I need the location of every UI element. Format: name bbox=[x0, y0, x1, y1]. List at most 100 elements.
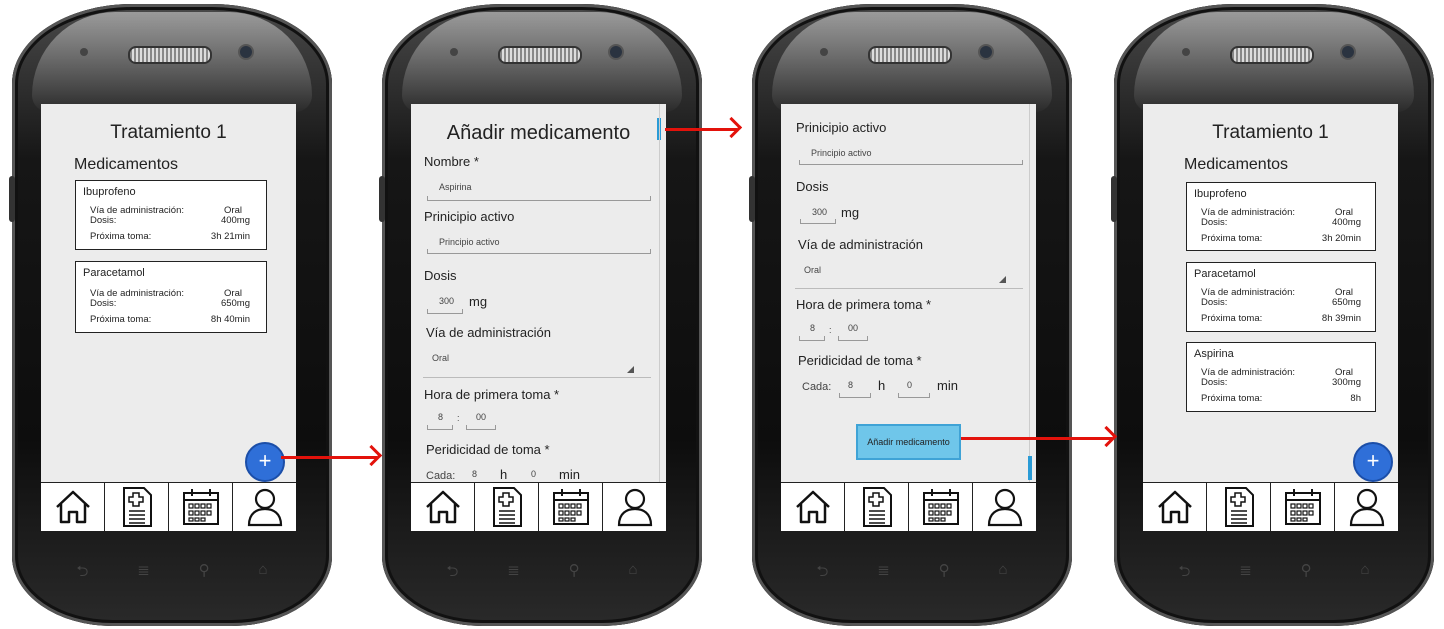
dose-unit: mg bbox=[841, 205, 860, 220]
page-title: Tratamiento 1 bbox=[110, 122, 227, 143]
active-ingredient-input[interactable]: Principio activo bbox=[439, 237, 500, 247]
next-dose-value: 3h 21min bbox=[210, 231, 250, 242]
flow-arrow-1 bbox=[281, 456, 377, 459]
active-ingredient-label: Prinicipio activo bbox=[424, 209, 515, 224]
medication-name: Ibuprofeno bbox=[1194, 188, 1247, 200]
next-dose-label: Próxima toma: bbox=[1201, 313, 1263, 324]
user-icon[interactable] bbox=[603, 483, 666, 531]
add-medication-fab[interactable]: + bbox=[245, 442, 285, 482]
calendar-icon[interactable] bbox=[909, 483, 973, 531]
prescription-icon[interactable] bbox=[1207, 483, 1271, 531]
frequency-minutes-input[interactable]: 0 bbox=[907, 380, 912, 390]
user-icon[interactable] bbox=[233, 483, 296, 531]
section-title: Medicamentos bbox=[1184, 156, 1289, 173]
calendar-icon[interactable] bbox=[1271, 483, 1335, 531]
dose-value: 400mg bbox=[220, 215, 250, 226]
name-input[interactable]: Aspirina bbox=[439, 182, 472, 192]
add-medication-fab[interactable]: + bbox=[1353, 442, 1393, 482]
screen-add-medication-scrolled: Prinicipio activo Principio activo Dosis… bbox=[781, 104, 1036, 531]
frequency-label: Peridicidad de toma * bbox=[426, 442, 550, 457]
screen-treatment-list-2: Tratamiento 1 Medicamentos Ibuprofeno Ví… bbox=[1143, 104, 1398, 531]
hardware-keys: ⮌ ≣ ⚲ ⌂ bbox=[1178, 561, 1370, 580]
home-icon[interactable] bbox=[1143, 483, 1207, 531]
calendar-icon[interactable] bbox=[539, 483, 603, 531]
medication-name: Ibuprofeno bbox=[83, 186, 136, 198]
next-dose-value: 8h bbox=[1350, 393, 1361, 404]
dose-label: Dosis bbox=[424, 268, 457, 283]
active-ingredient-input[interactable]: Principio activo bbox=[811, 148, 872, 158]
next-dose-value: 8h 39min bbox=[1321, 313, 1361, 324]
route-select[interactable]: Oral bbox=[432, 353, 449, 363]
hardware-keys: ⮌ ≣ ⚲ ⌂ bbox=[816, 561, 1008, 580]
first-dose-minute-input[interactable]: 00 bbox=[476, 412, 486, 422]
phone-frame-4: Tratamiento 1 Medicamentos Ibuprofeno Ví… bbox=[1111, 4, 1434, 626]
route-select[interactable]: Oral bbox=[804, 265, 821, 275]
every-label: Cada: bbox=[426, 470, 456, 482]
user-icon[interactable] bbox=[973, 483, 1036, 531]
frequency-hours-input[interactable]: 8 bbox=[472, 469, 477, 479]
dose-label: Dosis: bbox=[1201, 297, 1228, 308]
first-dose-hour-input[interactable]: 8 bbox=[810, 323, 815, 333]
next-dose-value: 3h 20min bbox=[1321, 233, 1361, 244]
medication-name: Aspirina bbox=[1194, 348, 1234, 360]
dose-value: 300mg bbox=[1331, 377, 1361, 388]
home-icon[interactable] bbox=[781, 483, 845, 531]
medication-name: Paracetamol bbox=[1194, 268, 1256, 280]
time-separator: : bbox=[457, 413, 460, 423]
hours-unit: h bbox=[500, 467, 508, 482]
camera-lens bbox=[978, 44, 994, 60]
first-dose-time-label: Hora de primera toma * bbox=[424, 387, 560, 402]
route-label: Vía de administración bbox=[426, 325, 552, 340]
prescription-icon[interactable] bbox=[475, 483, 539, 531]
screen-treatment-list-1: Tratamiento 1 Medicamentos Ibuprofeno Ví… bbox=[41, 104, 296, 531]
scrollbar-thumb[interactable] bbox=[1028, 456, 1032, 480]
every-label: Cada: bbox=[802, 381, 832, 393]
first-dose-minute-input[interactable]: 00 bbox=[848, 323, 858, 333]
dose-input[interactable]: 300 bbox=[439, 296, 454, 306]
medication-name: Paracetamol bbox=[83, 267, 145, 279]
speaker-grille bbox=[1230, 46, 1314, 64]
prescription-icon[interactable] bbox=[105, 483, 169, 531]
medication-card[interactable]: Ibuprofeno Vía de administración: Oral Do… bbox=[75, 180, 267, 250]
dose-label: Dosis: bbox=[1201, 377, 1228, 388]
medication-card[interactable]: Aspirina Vía de administración: Oral Dosi… bbox=[1186, 342, 1376, 412]
dose-input[interactable]: 300 bbox=[812, 207, 827, 217]
camera-lens bbox=[608, 44, 624, 60]
frequency-minutes-input[interactable]: 0 bbox=[531, 469, 536, 479]
hardware-keys: ⮌ ≣ ⚲ ⌂ bbox=[446, 561, 638, 580]
speaker-grille bbox=[128, 46, 212, 64]
home-icon[interactable] bbox=[41, 483, 105, 531]
dose-value: 400mg bbox=[1331, 217, 1361, 228]
dropdown-arrow-icon[interactable] bbox=[627, 366, 634, 373]
calendar-icon[interactable] bbox=[169, 483, 233, 531]
camera-lens bbox=[1340, 44, 1356, 60]
first-dose-time-label: Hora de primera toma * bbox=[796, 297, 932, 312]
bottom-nav bbox=[411, 482, 666, 531]
add-medication-button[interactable]: Añadir medicamento bbox=[856, 424, 961, 460]
next-dose-label: Próxima toma: bbox=[90, 314, 152, 325]
speaker-grille bbox=[498, 46, 582, 64]
flow-arrow-2 bbox=[665, 128, 737, 131]
medication-card[interactable]: Paracetamol Vía de administración: Oral D… bbox=[75, 261, 267, 333]
first-dose-hour-input[interactable]: 8 bbox=[438, 412, 443, 422]
prescription-icon[interactable] bbox=[845, 483, 909, 531]
camera-lens bbox=[238, 44, 254, 60]
medication-card[interactable]: Ibuprofeno Vía de administración: Oral Do… bbox=[1186, 182, 1376, 251]
bottom-nav bbox=[41, 482, 296, 531]
dose-label: Dosis bbox=[796, 179, 829, 194]
frequency-label: Peridicidad de toma * bbox=[798, 353, 922, 368]
user-icon[interactable] bbox=[1335, 483, 1398, 531]
next-dose-label: Próxima toma: bbox=[1201, 393, 1263, 404]
home-icon[interactable] bbox=[411, 483, 475, 531]
phone-frame-2: Añadir medicamento Nombre * Aspirina Pri… bbox=[379, 4, 702, 626]
name-label: Nombre * bbox=[424, 154, 479, 169]
frequency-hours-input[interactable]: 8 bbox=[848, 380, 853, 390]
next-dose-value: 8h 40min bbox=[210, 314, 250, 325]
dose-label: Dosis: bbox=[1201, 217, 1228, 228]
route-label: Vía de administración bbox=[798, 237, 924, 252]
page-title: Añadir medicamento bbox=[446, 122, 631, 144]
dose-value: 650mg bbox=[220, 298, 250, 309]
next-dose-label: Próxima toma: bbox=[1201, 233, 1263, 244]
medication-card[interactable]: Paracetamol Vía de administración: Oral D… bbox=[1186, 262, 1376, 332]
dropdown-arrow-icon[interactable] bbox=[999, 276, 1006, 283]
